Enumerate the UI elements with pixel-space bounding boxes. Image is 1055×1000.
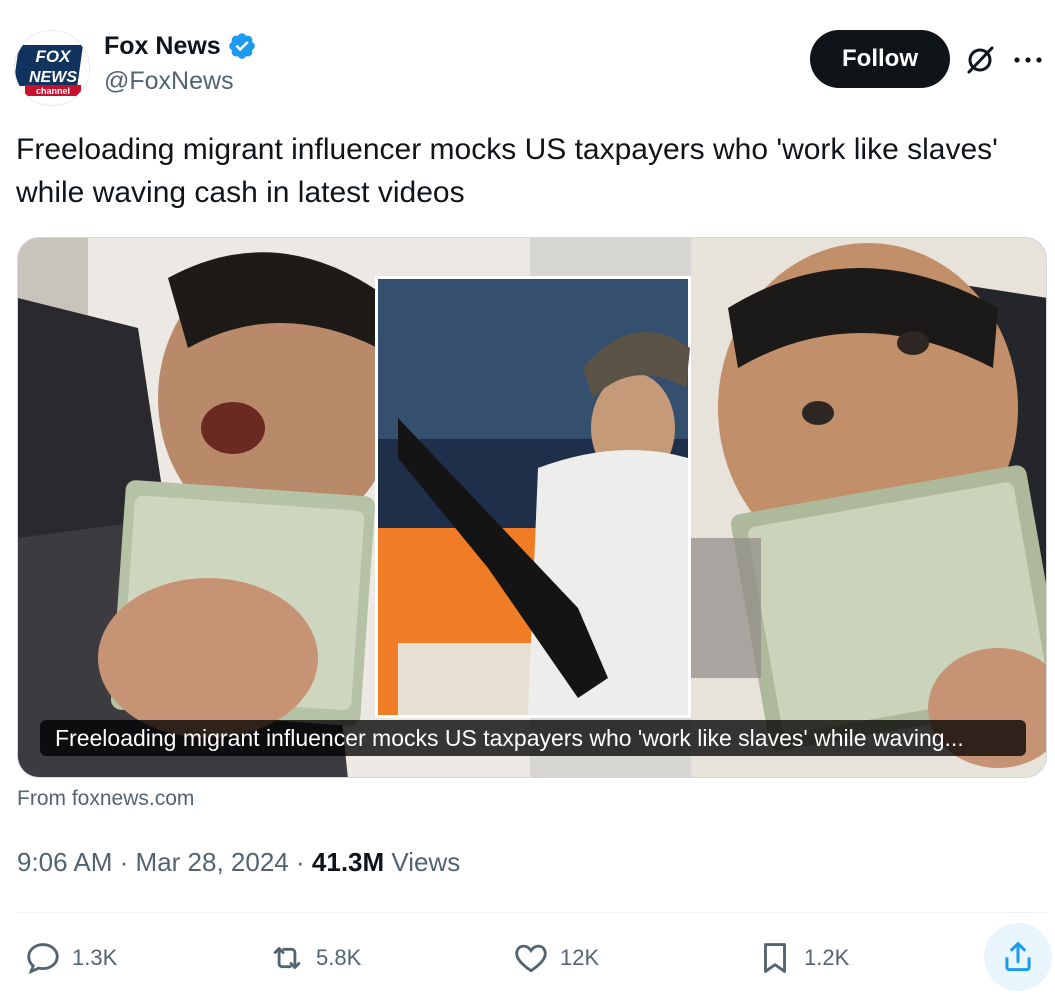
link-card-image[interactable]: Freeloading migrant influencer mocks US … bbox=[17, 237, 1047, 778]
reply-count: 1.3K bbox=[72, 945, 118, 970]
tweet-meta: 9:06 AM · Mar 28, 2024 · 41.3M Views bbox=[17, 847, 460, 878]
handle[interactable]: @FoxNews bbox=[104, 67, 257, 96]
like-button[interactable]: 12K bbox=[512, 939, 599, 977]
card-caption: Freeloading migrant influencer mocks US … bbox=[40, 720, 1026, 756]
more-icon[interactable] bbox=[1010, 42, 1046, 78]
views-count: 41.3M bbox=[311, 847, 385, 877]
avatar[interactable]: FOX NEWS channel bbox=[14, 30, 90, 106]
repost-button[interactable]: 5.8K bbox=[268, 939, 361, 977]
divider bbox=[17, 912, 1047, 913]
svg-text:channel: channel bbox=[36, 86, 70, 96]
repost-count: 5.8K bbox=[316, 945, 362, 970]
heart-icon bbox=[515, 944, 547, 973]
repost-icon bbox=[273, 947, 301, 969]
svg-text:FOX: FOX bbox=[36, 47, 73, 66]
share-button[interactable] bbox=[984, 923, 1052, 991]
tweet-text: Freeloading migrant influencer mocks US … bbox=[16, 133, 998, 209]
author-block: Fox News @FoxNews bbox=[104, 31, 257, 96]
bookmark-icon bbox=[764, 943, 786, 973]
tweet-time[interactable]: 9:06 AM bbox=[17, 847, 112, 877]
bookmark-count: 1.2K bbox=[804, 945, 850, 970]
tweet-card: FOX NEWS channel Fox News @FoxNews Follo… bbox=[0, 0, 1055, 1000]
meta-separator: · bbox=[296, 847, 305, 877]
media-collage bbox=[18, 238, 1046, 777]
card-source[interactable]: From foxnews.com bbox=[17, 787, 194, 811]
follow-button[interactable]: Follow bbox=[810, 30, 950, 88]
bookmark-button[interactable]: 1.2K bbox=[756, 939, 849, 977]
like-count: 12K bbox=[560, 945, 600, 970]
meta-separator: · bbox=[119, 847, 129, 877]
reply-icon bbox=[27, 943, 59, 975]
grok-icon[interactable] bbox=[962, 42, 998, 78]
display-name[interactable]: Fox News bbox=[104, 32, 221, 61]
verified-badge-icon[interactable] bbox=[227, 31, 257, 61]
views-label: Views bbox=[391, 847, 461, 877]
tweet-date[interactable]: Mar 28, 2024 bbox=[136, 847, 289, 877]
reply-button[interactable]: 1.3K bbox=[24, 939, 117, 977]
fox-news-logo-icon: FOX NEWS channel bbox=[15, 33, 89, 105]
share-icon bbox=[1005, 942, 1031, 972]
action-bar: 1.3K 5.8K 12K 1.2K bbox=[0, 923, 1055, 995]
svg-text:NEWS: NEWS bbox=[29, 69, 77, 86]
